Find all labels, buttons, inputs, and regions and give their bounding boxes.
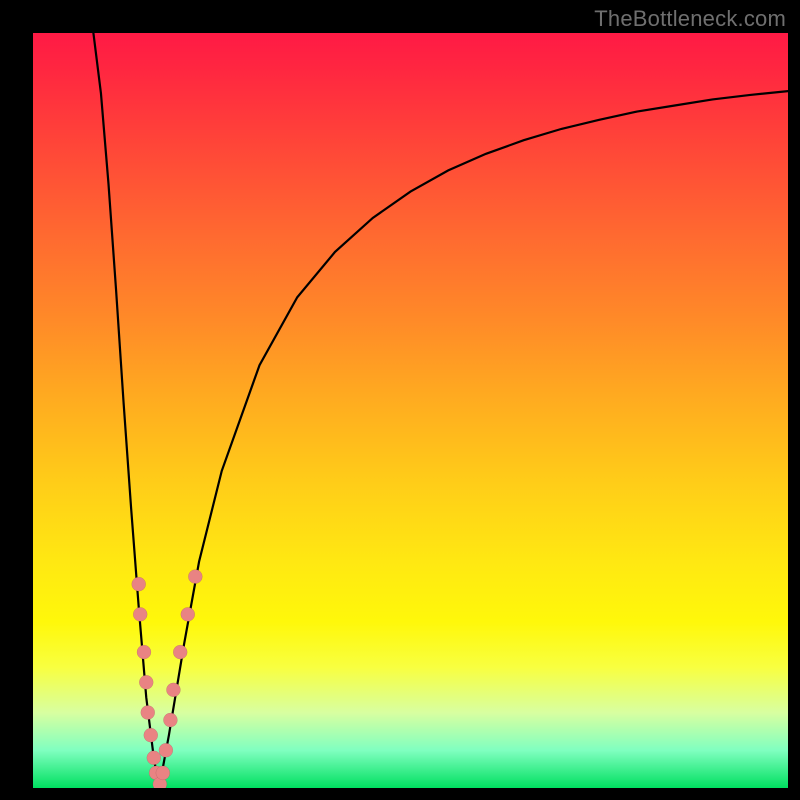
curve-right-branch (159, 91, 788, 788)
data-marker (139, 675, 153, 689)
data-marker (188, 570, 202, 584)
data-marker (147, 751, 161, 765)
data-marker (173, 645, 187, 659)
data-marker (166, 683, 180, 697)
chart-plot-area (33, 33, 788, 788)
chart-frame: TheBottleneck.com (0, 0, 800, 800)
chart-svg (33, 33, 788, 788)
data-marker (144, 728, 158, 742)
data-marker (133, 607, 147, 621)
curve-left-branch (93, 33, 159, 788)
attribution-text: TheBottleneck.com (594, 6, 786, 32)
data-marker (181, 607, 195, 621)
data-marker (137, 645, 151, 659)
data-marker (159, 743, 173, 757)
data-marker (141, 706, 155, 720)
data-marker (132, 577, 146, 591)
data-marker (163, 713, 177, 727)
data-marker (156, 766, 170, 780)
